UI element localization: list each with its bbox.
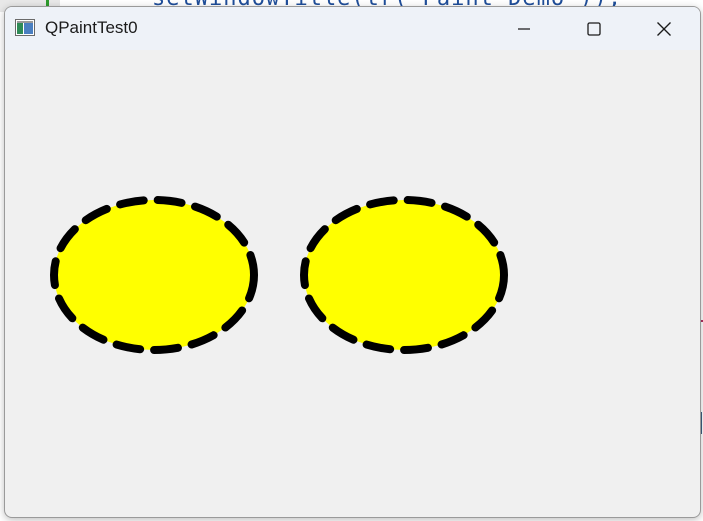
maximize-icon <box>587 21 601 36</box>
app-icon <box>15 19 35 36</box>
dashed-ellipse-right <box>300 196 508 354</box>
minimize-icon <box>518 27 530 30</box>
minimize-button[interactable] <box>489 7 559 50</box>
paint-canvas <box>50 196 508 354</box>
dashed-ellipse-left <box>50 196 258 354</box>
app-window: QPaintTest0 <box>4 6 701 518</box>
close-icon <box>657 21 671 36</box>
window-title: QPaintTest0 <box>45 18 138 37</box>
maximize-button[interactable] <box>559 7 629 50</box>
close-button[interactable] <box>629 7 699 50</box>
title-bar[interactable]: QPaintTest0 <box>5 7 700 50</box>
